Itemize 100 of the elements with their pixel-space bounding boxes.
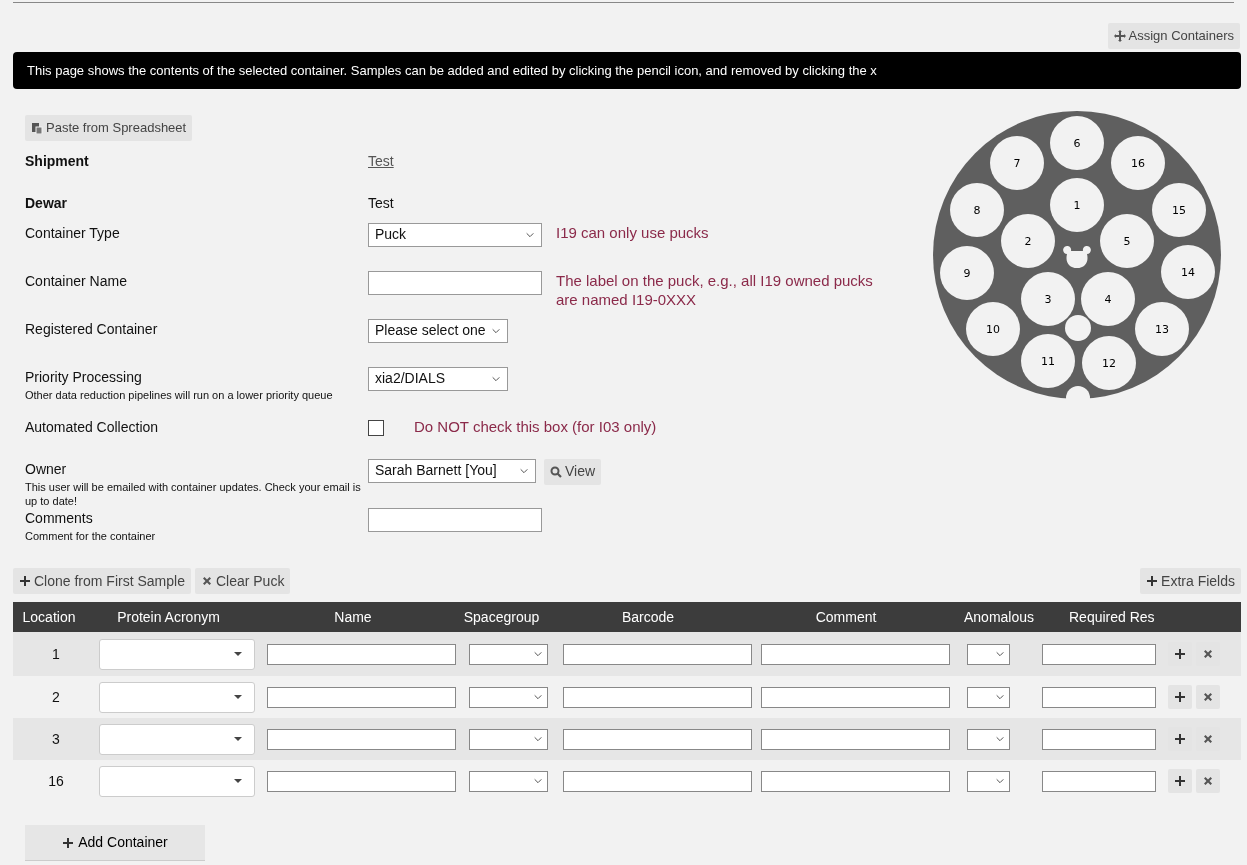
- column-header: Comment: [814, 607, 878, 627]
- anomalous-select[interactable]: [967, 643, 1010, 665]
- puck-position[interactable]: 15: [1152, 183, 1206, 237]
- barcode-field[interactable]: [563, 686, 752, 708]
- extra-fields-button[interactable]: Extra Fields: [1140, 568, 1241, 595]
- plus-icon: [1174, 648, 1186, 661]
- select-field[interactable]: Please select one: [368, 318, 508, 343]
- field-label: Owner: [25, 459, 68, 479]
- puck-position[interactable]: 16: [1111, 136, 1165, 190]
- spacegroup-select[interactable]: [469, 643, 548, 665]
- field-label: Automated Collection: [25, 417, 160, 437]
- name-field[interactable]: [267, 770, 456, 792]
- comment-field[interactable]: [761, 728, 950, 750]
- select-field[interactable]: Puck: [368, 222, 542, 247]
- help-note: The label on the puck, e.g., all I19 owned pucks are named I19-0XXX: [556, 270, 874, 310]
- puck-position[interactable]: 3: [1021, 272, 1075, 326]
- close-icon: [1202, 691, 1214, 704]
- field-label: Priority Processing: [25, 367, 143, 387]
- assign-containers-button[interactable]: Assign Containers: [1107, 23, 1240, 49]
- field-label: Dewar: [25, 193, 69, 213]
- barcode-field[interactable]: [563, 643, 752, 665]
- help-note: Do NOT check this box (for I03 only): [414, 416, 657, 436]
- close-icon: [200, 575, 213, 588]
- clone-button[interactable]: Clone from First Sample: [13, 568, 191, 595]
- name-field[interactable]: [267, 728, 456, 750]
- column-header: Location: [21, 607, 77, 627]
- puck-position[interactable]: 1: [1050, 178, 1104, 232]
- field-hint: This user will be emailed with container updates. Check your email is up to date!: [25, 479, 362, 509]
- field-label: Comments: [25, 509, 94, 529]
- clear-puck-button[interactable]: Clear Puck: [194, 568, 291, 595]
- required-res-field[interactable]: [1042, 728, 1156, 750]
- puck-position[interactable]: 9: [940, 246, 994, 300]
- plus-icon: [19, 575, 31, 588]
- field-hint: Comment for the container: [25, 529, 157, 544]
- column-header: Spacegroup: [462, 607, 541, 627]
- add-row-button[interactable]: [1168, 685, 1192, 710]
- puck-position[interactable]: 12: [1082, 336, 1136, 390]
- puck-position[interactable]: 4: [1081, 272, 1135, 326]
- anomalous-select[interactable]: [967, 728, 1010, 750]
- shipment-link[interactable]: Test: [368, 150, 394, 172]
- spacegroup-select[interactable]: [469, 770, 548, 792]
- view-button[interactable]: View: [544, 458, 602, 485]
- close-icon: [1202, 775, 1214, 788]
- anomalous-select[interactable]: [967, 686, 1010, 708]
- puck-position[interactable]: 11: [1021, 334, 1075, 388]
- checkbox[interactable]: [368, 419, 384, 436]
- spacegroup-select[interactable]: [469, 728, 548, 750]
- puck-position[interactable]: 14: [1161, 245, 1215, 299]
- required-res-field[interactable]: [1042, 686, 1156, 708]
- text-field[interactable]: [368, 270, 542, 295]
- column-header: Barcode: [620, 607, 676, 627]
- paste-button[interactable]: Paste from Spreadsheet: [25, 115, 193, 141]
- column-header: Name: [333, 607, 373, 627]
- move-icon: [1113, 29, 1126, 42]
- column-header: Protein Acronym: [116, 607, 221, 627]
- comment-field[interactable]: [761, 643, 950, 665]
- location-cell-text: 2: [51, 687, 61, 707]
- location-cell-text: 1: [51, 644, 61, 664]
- puck-position[interactable]: 8: [950, 183, 1004, 237]
- puck-position[interactable]: 13: [1135, 302, 1189, 356]
- name-field[interactable]: [267, 686, 456, 708]
- plus-icon: [1174, 733, 1186, 746]
- required-res-field[interactable]: [1042, 770, 1156, 792]
- location-cell-text: 16: [47, 771, 65, 791]
- select-field[interactable]: Sarah Barnett [You]: [368, 458, 536, 483]
- name-field[interactable]: [267, 643, 456, 665]
- comment-field[interactable]: [761, 770, 950, 792]
- comment-field[interactable]: [761, 686, 950, 708]
- paste-icon: [31, 121, 43, 134]
- plus-icon: [1174, 691, 1186, 704]
- text-field[interactable]: [368, 508, 542, 533]
- info-banner: This page shows the contents of the selected container. Samples can be added and edited by clicking the pencil icon, and removed by clicking the x: [13, 51, 1241, 89]
- puck-position[interactable]: 6: [1050, 116, 1104, 170]
- plus-icon: [62, 836, 75, 849]
- close-icon: [1202, 648, 1214, 661]
- close-icon: [1202, 733, 1214, 746]
- anomalous-select[interactable]: [967, 770, 1010, 792]
- select-field[interactable]: xia2/DIALS: [368, 366, 508, 391]
- puck-position[interactable]: 2: [1001, 214, 1055, 268]
- column-header: Anomalous: [962, 607, 1035, 627]
- required-res-field[interactable]: [1042, 643, 1156, 665]
- plus-icon: [1174, 775, 1186, 788]
- field-label: Shipment: [25, 151, 90, 171]
- add-container-button[interactable]: Add Container: [25, 825, 205, 862]
- field-label: Registered Container: [25, 319, 159, 339]
- barcode-field[interactable]: [563, 770, 752, 792]
- field-label: Container Type: [25, 223, 121, 243]
- spacegroup-select[interactable]: [469, 686, 548, 708]
- barcode-field[interactable]: [563, 728, 752, 750]
- location-cell-text: 3: [51, 729, 61, 749]
- add-row-button[interactable]: [1168, 769, 1192, 794]
- search-icon: [550, 465, 562, 478]
- plus-icon: [1146, 575, 1159, 588]
- remove-row-button[interactable]: [1196, 769, 1220, 794]
- puck-position[interactable]: 5: [1100, 214, 1154, 268]
- puck-position[interactable]: 7: [990, 136, 1044, 190]
- puck-position[interactable]: 10: [966, 302, 1020, 356]
- dewar-value: Test: [368, 193, 394, 213]
- remove-row-button[interactable]: [1196, 685, 1220, 710]
- field-hint: Other data reduction pipelines will run on a lower priority queue: [25, 387, 334, 402]
